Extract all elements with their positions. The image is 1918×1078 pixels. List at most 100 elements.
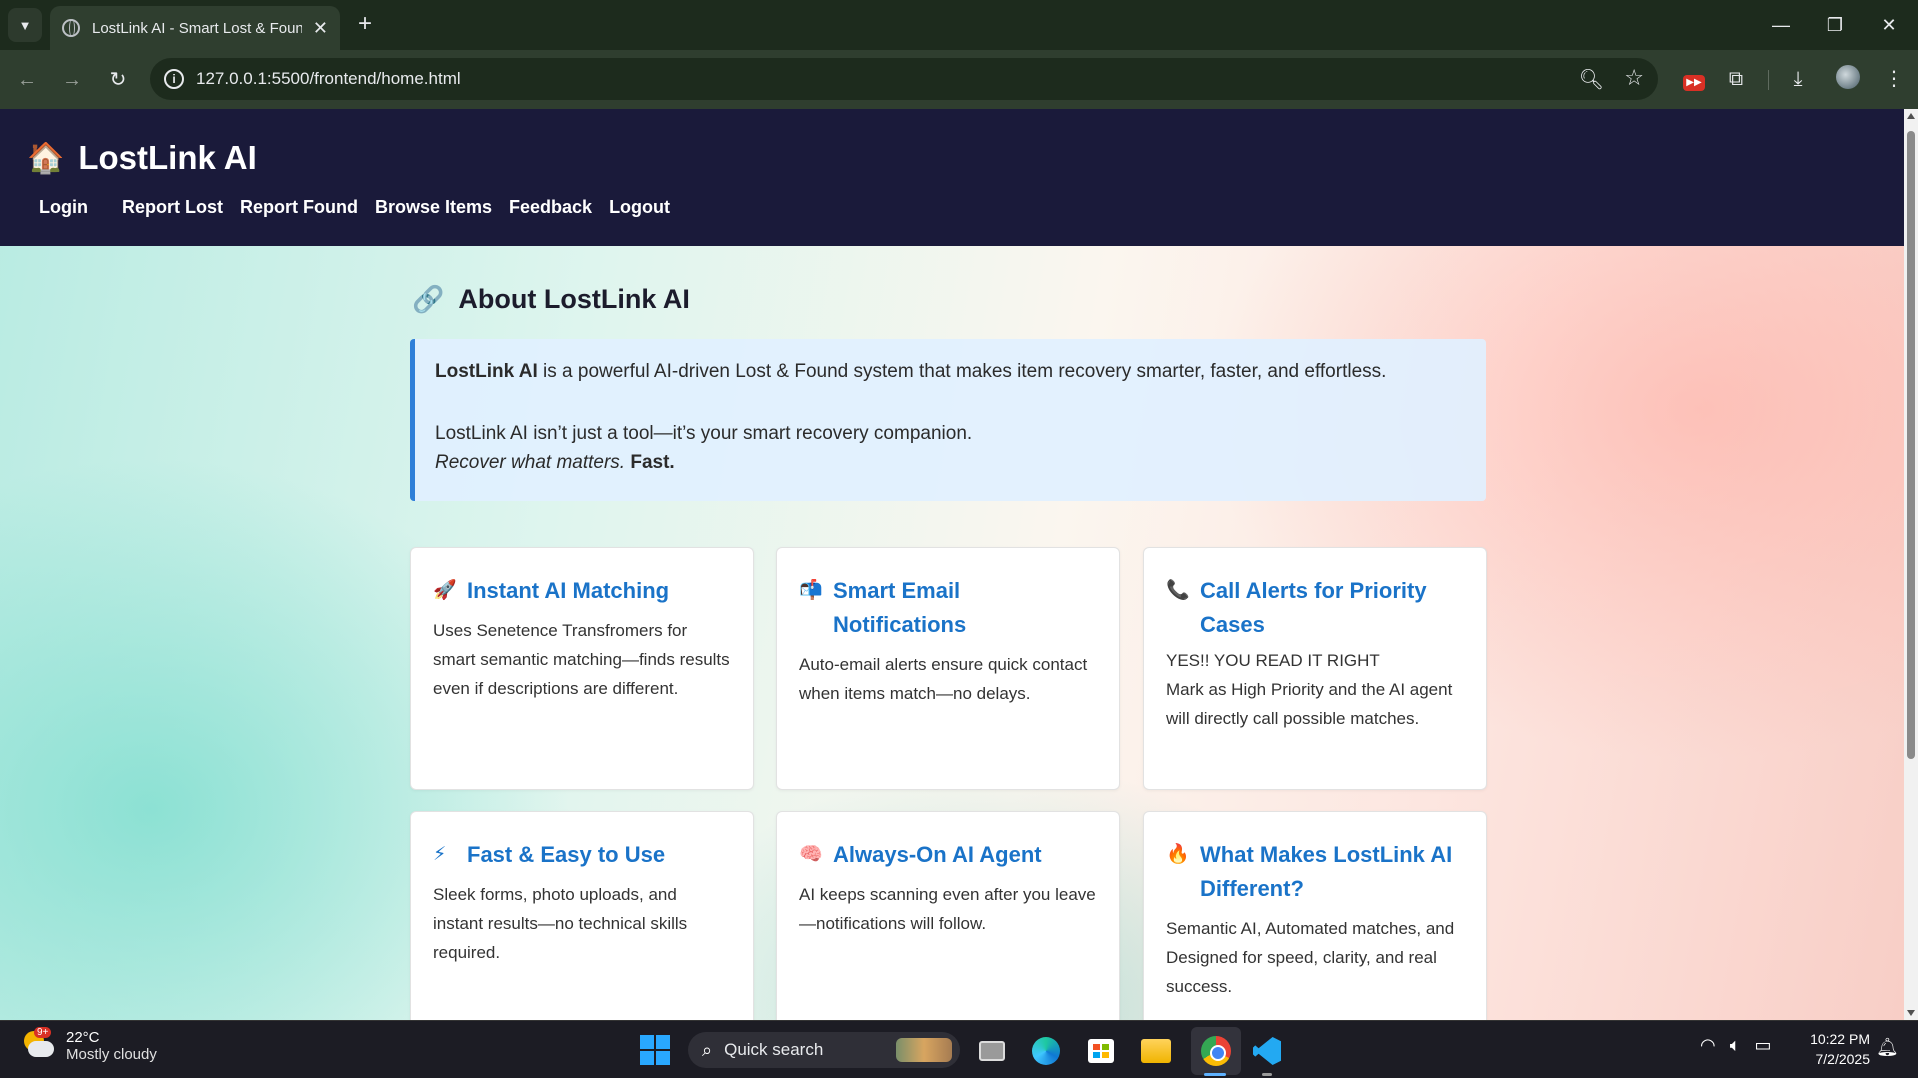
profile-avatar[interactable]	[1834, 65, 1862, 93]
extensions-puzzle-icon[interactable]: ⧉	[1722, 65, 1750, 93]
taskbar-search[interactable]: ⌕ Quick search	[688, 1032, 960, 1068]
windows-taskbar: 9+ 22°C Mostly cloudy ⌕ Quick search ◠ 🔈…	[0, 1020, 1918, 1078]
nav-report-lost[interactable]: Report Lost	[122, 197, 223, 218]
tab-search-chevron-icon[interactable]: ▼	[8, 8, 42, 42]
page-scrollbar[interactable]	[1904, 109, 1918, 1020]
bookmark-star-icon[interactable]: ☆	[1624, 65, 1644, 91]
vscode-icon[interactable]	[1249, 1033, 1285, 1069]
card-body: Mark as High Priority and the AI agent w…	[1166, 680, 1453, 728]
main-nav: Login Report Lost Report Found Browse It…	[39, 197, 687, 218]
chrome-icon[interactable]	[1198, 1033, 1234, 1069]
house-icon: 🏠	[27, 141, 65, 175]
tab-close-icon[interactable]: ✕	[313, 18, 328, 39]
feature-card-fast-easy: ⚡ Fast & Easy to Use Sleek forms, photo u…	[410, 811, 754, 1020]
restore-icon[interactable]: ❐	[1820, 10, 1850, 40]
card-title: Always-On AI Agent	[833, 842, 1042, 867]
intro-box: LostLink AI is a powerful AI-driven Lost…	[410, 339, 1486, 501]
about-title: About LostLink AI	[458, 284, 690, 314]
globe-icon	[62, 19, 80, 37]
scroll-down-icon[interactable]	[1907, 1010, 1915, 1016]
volume-icon[interactable]: 🔈︎	[1730, 1035, 1741, 1056]
brand[interactable]: 🏠 LostLink AI	[27, 139, 257, 177]
reload-icon[interactable]: ↻	[103, 65, 133, 95]
url-text[interactable]: 127.0.0.1:5500/frontend/home.html	[196, 69, 461, 89]
minimize-icon[interactable]: —	[1766, 10, 1796, 40]
address-bar[interactable]: i 127.0.0.1:5500/frontend/home.html 🔍︎ ☆	[150, 58, 1658, 100]
card-title: Fast & Easy to Use	[467, 842, 666, 867]
nav-browse-items[interactable]: Browse Items	[375, 197, 492, 218]
vscode-running-indicator	[1262, 1073, 1272, 1076]
search-highlight-image	[896, 1038, 952, 1062]
card-body-line1: YES!! YOU READ IT RIGHT	[1166, 651, 1380, 670]
intro-brand: LostLink AI	[435, 361, 538, 382]
notification-bell-icon[interactable]: 🔔︎	[1876, 1037, 1899, 1058]
system-tray: ◠ 🔈︎ ▭	[1700, 1035, 1786, 1056]
site-info-icon[interactable]: i	[164, 69, 184, 89]
feature-card-different: 🔥 What Makes LostLink AI Different? Seman…	[1143, 811, 1487, 1020]
tagline-italic: Recover what matters.	[435, 452, 626, 473]
page-viewport: 🏠 LostLink AI Login Report Lost Report F…	[0, 109, 1904, 1020]
feature-card-email-notifications: 📬 Smart Email Notifications Auto-email al…	[776, 547, 1120, 790]
temperature: 22°C	[66, 1029, 100, 1046]
file-explorer-icon[interactable]	[1138, 1033, 1174, 1069]
date: 7/2/2025	[1815, 1051, 1871, 1067]
windows-start-icon[interactable]	[640, 1035, 670, 1065]
partly-cloudy-icon: 9+	[22, 1027, 56, 1063]
card-title: Instant AI Matching	[467, 578, 670, 603]
microsoft-store-icon[interactable]	[1083, 1033, 1119, 1069]
weather-widget[interactable]: 9+ 22°C Mostly cloudy	[22, 1027, 157, 1063]
brand-name: LostLink AI	[78, 139, 257, 176]
intro-text: is a powerful AI-driven Lost & Found sys…	[537, 361, 1387, 382]
scrollbar-thumb[interactable]	[1907, 131, 1915, 759]
intro-paragraph: LostLink AI is a powerful AI-driven Lost…	[435, 357, 1466, 386]
nav-logout[interactable]: Logout	[609, 197, 670, 218]
rocket-icon: 🚀	[433, 580, 457, 601]
wifi-icon[interactable]: ◠	[1700, 1035, 1716, 1056]
battery-icon[interactable]: ▭	[1755, 1035, 1772, 1056]
about-heading: 🔗 About LostLink AI	[412, 284, 690, 315]
browser-menu-icon[interactable]: ⋮	[1880, 65, 1908, 93]
card-body: Auto-email alerts ensure quick contact w…	[799, 655, 1088, 703]
phone-icon: 📞	[1166, 580, 1190, 601]
fire-icon: 🔥	[1166, 844, 1190, 865]
back-arrow-icon[interactable]: ←	[12, 65, 42, 95]
mailbox-icon: 📬	[799, 580, 823, 601]
card-body: Semantic AI, Automated matches, and Desi…	[1166, 919, 1455, 996]
card-body: Sleek forms, photo uploads, and instant …	[433, 885, 688, 962]
feature-card-call-alerts: 📞 Call Alerts for Priority Cases YES!! YO…	[1143, 547, 1487, 790]
link-icon: 🔗	[412, 284, 445, 314]
feature-card-ai-agent: 🧠 Always-On AI Agent AI keeps scanning ev…	[776, 811, 1120, 1020]
nav-feedback[interactable]: Feedback	[509, 197, 592, 218]
tagline-bold: Fast.	[630, 452, 675, 473]
window-close-icon[interactable]: ✕	[1874, 10, 1904, 40]
nav-login[interactable]: Login	[39, 197, 88, 218]
search-label: Quick search	[724, 1040, 824, 1059]
tagline: Recover what matters. Fast.	[435, 448, 1466, 477]
youtube-extension-icon[interactable]: ▶▶	[1680, 65, 1708, 93]
feature-card-instant-matching: 🚀 Instant AI Matching Uses Senetence Tran…	[410, 547, 754, 790]
toolbar-divider	[1768, 70, 1769, 90]
search-icon: ⌕	[702, 1039, 713, 1060]
nav-report-found[interactable]: Report Found	[240, 197, 358, 218]
zoom-icon[interactable]: 🔍︎	[1579, 67, 1604, 92]
scroll-up-icon[interactable]	[1907, 113, 1915, 119]
chrome-running-indicator	[1204, 1073, 1226, 1076]
task-view-icon[interactable]	[974, 1033, 1010, 1069]
site-header: 🏠 LostLink AI Login Report Lost Report F…	[0, 109, 1904, 246]
browser-toolbar: ← → ↻ i 127.0.0.1:5500/frontend/home.htm…	[0, 50, 1918, 109]
card-body: Uses Senetence Transfromers for smart se…	[433, 621, 730, 698]
edge-browser-icon[interactable]	[1028, 1033, 1064, 1069]
card-body: AI keeps scanning even after you leave—n…	[799, 885, 1096, 933]
card-title: Smart Email Notifications	[833, 578, 967, 637]
brain-icon: 🧠	[799, 844, 823, 865]
browser-tab-bar: ▼ LostLink AI - Smart Lost & Found ✕ + —…	[0, 0, 1918, 50]
clock[interactable]: 10:22 PM 7/2/2025	[1804, 1029, 1870, 1069]
download-icon[interactable]: ⤓	[1784, 65, 1812, 93]
browser-tab-active[interactable]: LostLink AI - Smart Lost & Found ✕	[50, 6, 340, 50]
time: 10:22 PM	[1810, 1031, 1870, 1047]
weather-badge: 9+	[34, 1027, 52, 1038]
new-tab-button[interactable]: +	[352, 12, 378, 38]
companion-text: LostLink AI isn’t just a tool—it’s your …	[435, 423, 973, 444]
forward-arrow-icon[interactable]: →	[57, 65, 87, 95]
lightning-icon: ⚡	[433, 844, 447, 865]
